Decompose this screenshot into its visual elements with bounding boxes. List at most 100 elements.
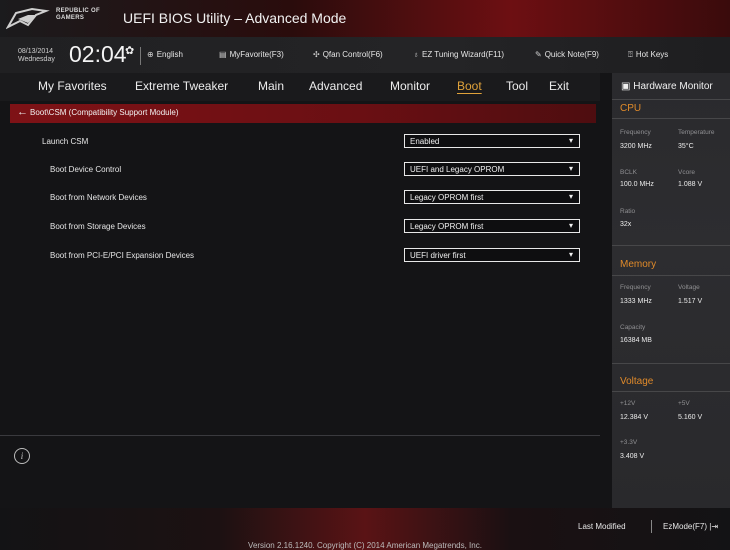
memory-voltage-label: Voltage [678,284,700,291]
toolbar: 08/13/2014 Wednesday 02:04 ✿ ⊕ English ▤ M… [0,37,730,73]
hot-keys-button[interactable]: ⍰ Hot Keys [628,50,668,60]
dropdown-arrow-icon: ▾ [568,192,573,201]
vcore-value: 1.088 V [678,181,703,188]
fan-icon: ✣ [313,50,320,59]
v33-value: 3.408 V [620,453,645,460]
gear-icon[interactable]: ✿ [125,44,134,57]
language-label: English [156,50,183,59]
myfavorite-label: MyFavorite(F3) [229,50,284,59]
cpu-temperature-value: 35°C [678,143,694,150]
bulb-icon: ♁ [413,50,419,59]
vcore-label: Vcore [678,169,695,176]
setting-label-boot-from-storage: Boot from Storage Devices [50,222,146,231]
setting-label-launch-csm: Launch CSM [42,137,89,146]
divider [612,363,730,364]
dropdown-arrow-icon: ▾ [568,136,573,145]
divider [612,118,730,119]
qfan-control-button[interactable]: ✣ Qfan Control(F6) [313,50,383,59]
tab-my-favorites[interactable]: My Favorites [38,79,107,93]
globe-icon: ⊕ [147,50,154,59]
ratio-value: 32x [620,221,632,228]
v12-label: +12V [620,400,636,407]
favorite-list-icon: ▤ [219,50,227,59]
setting-label-boot-from-pcie: Boot from PCI-E/PCI Expansion Devices [50,251,195,260]
rog-logo-icon [6,7,50,30]
brand-line1: REPUBLIC OF [56,8,100,14]
tab-advanced[interactable]: Advanced [309,79,362,93]
breadcrumb[interactable]: ← Boot\CSM (Compatibility Support Module… [10,104,596,123]
setting-label-boot-from-network: Boot from Network Devices [50,193,147,202]
tab-monitor[interactable]: Monitor [390,79,430,93]
dropdown-arrow-icon: ▾ [568,164,573,173]
cpu-temperature-label: Temperature [678,129,715,136]
bclk-label: BCLK [620,169,637,176]
day-text: Wednesday [18,56,55,63]
main-menu: My Favorites Extreme Tweaker Main Advanc… [0,73,600,101]
setting-label-boot-device-control: Boot Device Control [50,165,122,174]
qfan-label: Qfan Control(F6) [322,50,383,59]
select-value: Legacy OPROM first [410,222,484,231]
quick-note-label: Quick Note(F9) [544,50,599,59]
voltage-section-title: Voltage [620,376,654,387]
ez-tuning-wizard-button[interactable]: ♁ EZ Tuning Wizard(F11) [413,50,504,59]
copyright-text: Version 2.16.1240. Copyright (C) 2014 Am… [248,541,482,550]
v5-value: 5.160 V [678,414,703,421]
tab-boot[interactable]: Boot [457,79,482,93]
time-display: 02:04 [69,41,127,67]
v5-label: +5V [678,400,690,407]
ratio-label: Ratio [620,208,636,215]
memory-section-title: Memory [620,259,657,270]
toolbar-divider [140,47,141,65]
v12-value: 12.384 V [620,414,649,421]
select-value: UEFI and Legacy OPROM [410,165,505,174]
title-bar: REPUBLIC OF GAMERS UEFI BIOS Utility – A… [0,0,730,37]
hardware-monitor-label: Hardware Monitor [633,81,713,92]
date-display: 08/13/2014 Wednesday [18,48,55,64]
hot-keys-label: Hot Keys [635,50,669,59]
select-value: Legacy OPROM first [410,193,484,202]
brand-line2: GAMERS [56,15,85,21]
hardware-monitor-title: ▣ Hardware Monitor [621,81,713,92]
divider [612,391,730,392]
launch-csm-select[interactable]: Enabled ▾ [404,134,580,148]
capacity-label: Capacity [620,324,646,331]
brand-text: REPUBLIC OF GAMERS [56,8,100,22]
divider [0,435,600,436]
memory-frequency-value: 1333 MHz [620,298,652,305]
cpu-frequency-value: 3200 MHz [620,143,652,150]
tab-extreme-tweaker[interactable]: Extreme Tweaker [135,79,228,93]
tab-tool[interactable]: Tool [506,79,528,93]
help-icon: ⍰ [628,50,633,59]
language-button[interactable]: ⊕ English [147,50,183,59]
bclk-value: 100.0 MHz [620,181,654,188]
footer-divider [651,520,652,533]
dropdown-arrow-icon: ▾ [568,250,573,259]
select-value: Enabled [410,137,440,146]
ez-tuning-label: EZ Tuning Wizard(F11) [422,50,505,59]
divider [612,245,730,246]
monitor-icon: ▣ [621,81,631,92]
boot-from-storage-select[interactable]: Legacy OPROM first ▾ [404,219,580,233]
cpu-frequency-label: Frequency [620,129,651,136]
divider [612,99,730,100]
select-value: UEFI driver first [410,251,466,260]
boot-device-control-select[interactable]: UEFI and Legacy OPROM ▾ [404,162,580,176]
boot-from-network-select[interactable]: Legacy OPROM first ▾ [404,190,580,204]
ezmode-label: EzMode(F7) [663,522,708,531]
quick-note-button[interactable]: ✎ Quick Note(F9) [535,50,599,59]
ezmode-button[interactable]: EzMode(F7) |⇥ [663,522,718,531]
boot-from-pcie-select[interactable]: UEFI driver first ▾ [404,248,580,262]
dropdown-arrow-icon: ▾ [568,221,573,230]
v33-label: +3.3V [620,439,638,446]
memory-voltage-value: 1.517 V [678,298,703,305]
footer: Last Modified EzMode(F7) |⇥ Version 2.16… [0,508,730,550]
tab-exit[interactable]: Exit [549,79,569,93]
hardware-monitor-panel: ▣ Hardware Monitor CPU Frequency Tempera… [612,73,730,508]
back-arrow-icon[interactable]: ← [17,106,28,118]
memory-frequency-label: Frequency [620,284,651,291]
tab-main[interactable]: Main [258,79,284,93]
divider [612,275,730,276]
myfavorite-button[interactable]: ▤ MyFavorite(F3) [219,50,284,59]
last-modified-button[interactable]: Last Modified [578,522,626,531]
note-icon: ✎ [535,50,542,59]
